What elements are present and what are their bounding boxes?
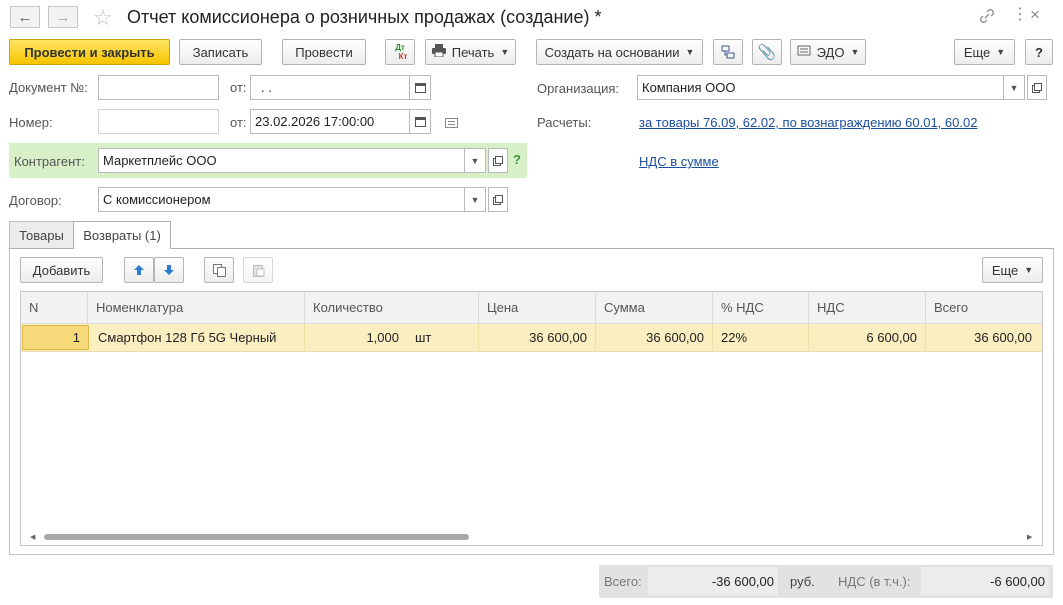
back-button[interactable]: ← [10, 6, 40, 28]
counterparty-field[interactable]: Маркетплейс ООО [98, 148, 465, 173]
vat-mode-link[interactable]: НДС в сумме [639, 154, 719, 169]
cell-item[interactable]: Смартфон 128 Гб 5G Черный [90, 324, 305, 351]
save-button[interactable]: Записать [179, 39, 262, 65]
cell-total[interactable]: 36 600,00 [926, 324, 1040, 351]
total-label: Всего: [604, 574, 642, 589]
help-button[interactable]: ? [1025, 39, 1053, 65]
post-and-close-button[interactable]: Провести и закрыть [9, 39, 170, 65]
cell-price[interactable]: 36 600,00 [479, 324, 596, 351]
col-price[interactable]: Цена [479, 292, 596, 323]
cell-vat-rate[interactable]: 22% [713, 324, 809, 351]
col-sum[interactable]: Сумма [596, 292, 713, 323]
scroll-right-icon[interactable]: ▶ [1027, 533, 1032, 541]
forward-button[interactable]: → [48, 6, 78, 28]
cell-n[interactable]: 1 [22, 325, 89, 350]
list-icon[interactable] [445, 116, 458, 131]
create-based-on-button[interactable]: Создать на основании ▼ [536, 39, 703, 65]
number-field[interactable] [98, 109, 219, 134]
print-button[interactable]: Печать ▼ [425, 39, 516, 65]
counterparty-label: Контрагент: [14, 154, 85, 169]
col-item[interactable]: Номенклатура [88, 292, 305, 323]
chevron-down-icon: ▼ [996, 47, 1006, 57]
scroll-left-icon[interactable]: ◀ [30, 533, 35, 541]
printer-icon [431, 44, 446, 60]
page-title: Отчет комиссионера о розничных продажах … [127, 7, 602, 27]
tab-goods[interactable]: Товары [9, 221, 74, 248]
arrow-down-icon[interactable] [154, 257, 184, 283]
cell-vat[interactable]: 6 600,00 [809, 324, 926, 351]
arrow-up-icon[interactable] [124, 257, 154, 283]
cell-sum[interactable]: 36 600,00 [596, 324, 713, 351]
copy-icon[interactable] [204, 257, 234, 283]
number-date-field[interactable]: 23.02.2026 17:00:00 [250, 109, 410, 134]
more-vertical-icon[interactable]: ⋮ [1012, 7, 1028, 23]
chevron-down-icon: ▼ [685, 47, 695, 57]
col-vat[interactable]: НДС [809, 292, 926, 323]
contract-label: Договор: [9, 193, 62, 208]
horizontal-scrollbar[interactable] [44, 534, 469, 540]
cell-qty[interactable]: 1,000 [305, 324, 407, 351]
chevron-down-icon: ▼ [850, 47, 860, 57]
link-icon[interactable] [978, 7, 996, 25]
dt-kt-button[interactable]: Дт Кт [385, 39, 415, 65]
edo-icon [797, 44, 811, 60]
table-header: N Номенклатура Количество Цена Сумма % Н… [21, 292, 1042, 324]
calculations-link[interactable]: за товары 76.09, 62.02, по вознаграждени… [639, 115, 977, 130]
open-icon[interactable] [488, 148, 508, 173]
number-from-label: от: [230, 115, 247, 130]
table-row[interactable]: 1 Смартфон 128 Гб 5G Черный 1,000 шт 36 … [21, 324, 1042, 352]
post-button[interactable]: Провести [282, 39, 366, 65]
open-icon[interactable] [488, 187, 508, 212]
table-more-button[interactable]: Еще ▼ [982, 257, 1043, 283]
organization-label: Организация: [537, 81, 620, 96]
chevron-down-icon[interactable]: ▼ [1004, 75, 1025, 100]
calendar-icon[interactable] [410, 75, 431, 100]
chevron-down-icon[interactable]: ▼ [465, 187, 486, 212]
paperclip-icon[interactable]: 📎 [752, 39, 782, 65]
vat-total-value: -6 600,00 [921, 567, 1049, 595]
chevron-down-icon: ▼ [1024, 265, 1034, 275]
doc-date-field[interactable]: . . [250, 75, 410, 100]
col-vat-rate[interactable]: % НДС [713, 292, 809, 323]
chevron-down-icon[interactable]: ▼ [465, 148, 486, 173]
paste-icon[interactable] [243, 257, 273, 283]
open-icon[interactable] [1027, 75, 1047, 100]
col-total[interactable]: Всего [926, 292, 1042, 323]
arrow-left-icon: ← [17, 8, 33, 26]
currency-label: руб. [790, 574, 815, 589]
close-icon[interactable]: × [1030, 5, 1040, 25]
star-icon[interactable]: ☆ [93, 5, 113, 31]
doc-number-field[interactable] [98, 75, 219, 100]
structure-icon[interactable] [713, 39, 743, 65]
edo-button[interactable]: ЭДО ▼ [790, 39, 866, 65]
arrow-right-icon: → [55, 8, 71, 26]
chevron-down-icon: ▼ [500, 47, 510, 57]
calendar-icon[interactable] [410, 109, 431, 134]
organization-field[interactable]: Компания ООО [637, 75, 1004, 100]
calculations-label: Расчеты: [537, 115, 592, 130]
col-qty[interactable]: Количество [305, 292, 479, 323]
cell-unit[interactable]: шт [407, 324, 479, 351]
doc-number-label: Документ №: [9, 80, 88, 95]
contract-field[interactable]: С комиссионером [98, 187, 465, 212]
returns-table: N Номенклатура Количество Цена Сумма % Н… [20, 291, 1043, 546]
add-button[interactable]: Добавить [20, 257, 103, 283]
number-label: Номер: [9, 115, 53, 130]
doc-from-label: от: [230, 80, 247, 95]
vat-total-label: НДС (в т.ч.): [838, 574, 911, 589]
help-icon[interactable]: ? [513, 152, 521, 167]
col-n[interactable]: N [21, 292, 88, 323]
total-value: -36 600,00 [648, 567, 778, 595]
tab-returns[interactable]: Возвраты (1) [73, 221, 171, 249]
more-button[interactable]: Еще ▼ [954, 39, 1015, 65]
